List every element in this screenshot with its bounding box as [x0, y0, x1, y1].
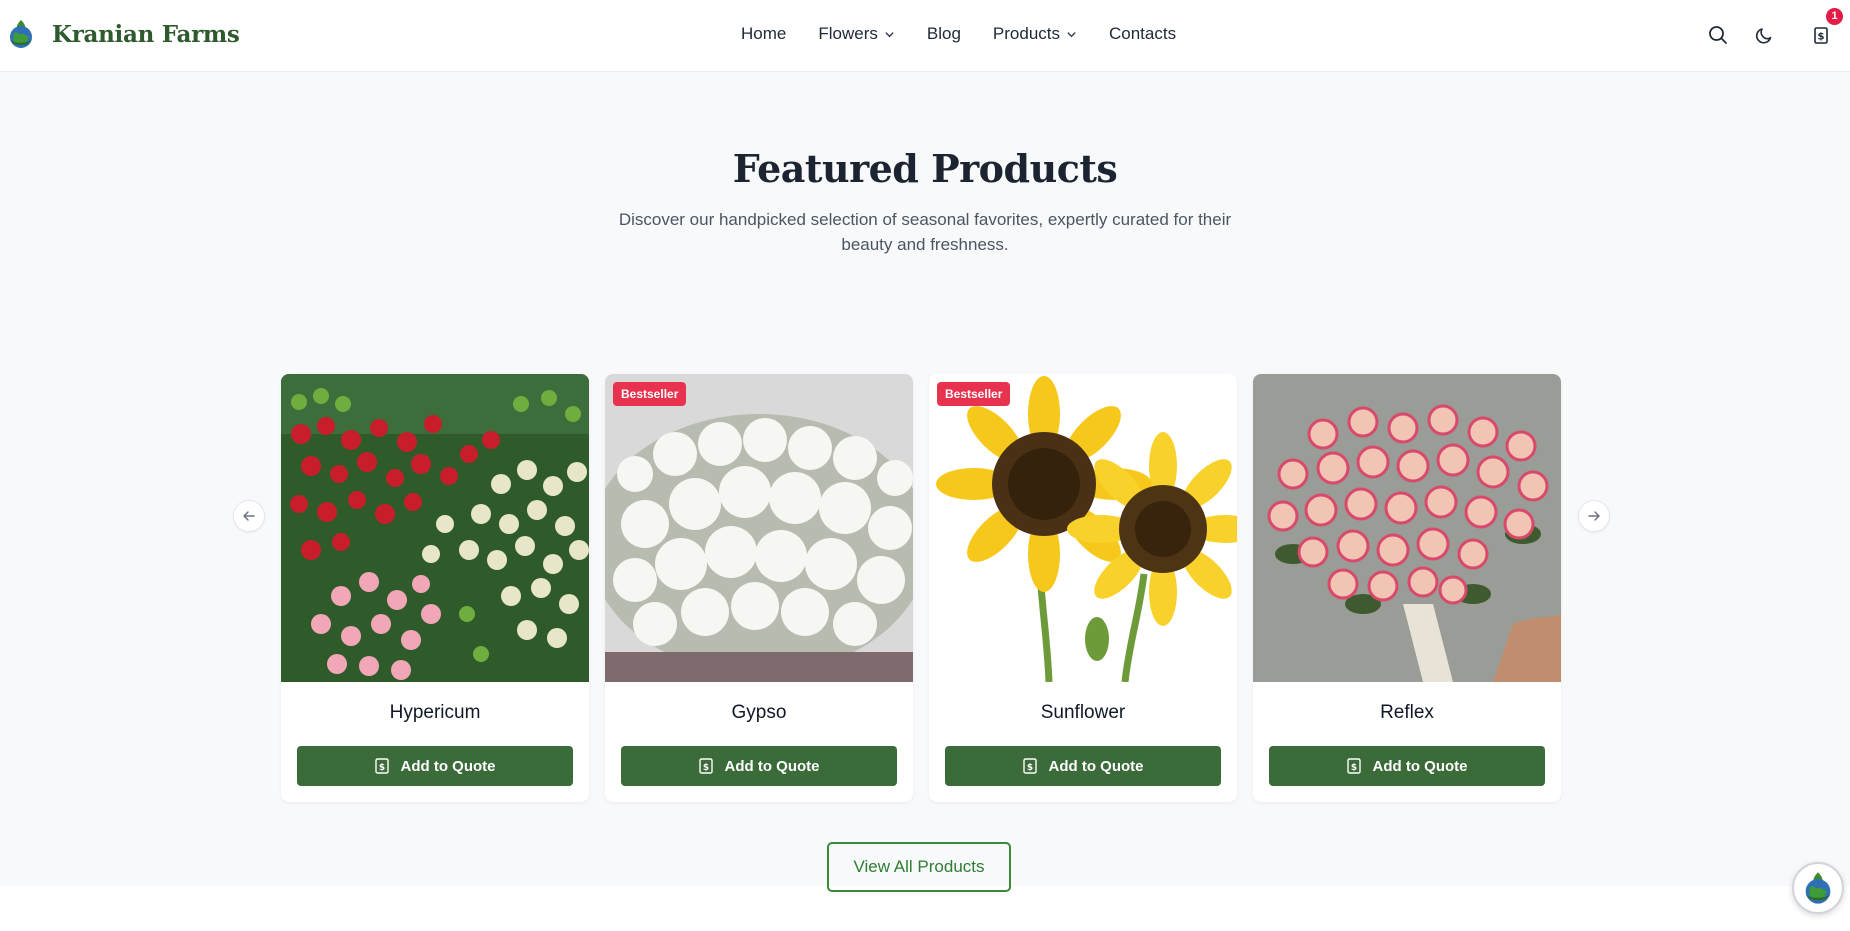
add-to-quote-button[interactable]: $ Add to Quote [945, 746, 1221, 786]
product-image-gypso[interactable]: Bestseller [605, 374, 913, 682]
nav-item-blog[interactable]: Blog [927, 24, 961, 44]
nav-label: Flowers [818, 24, 878, 43]
chevron-down-icon [885, 31, 894, 37]
quote-list-icon[interactable]: $ [1810, 24, 1832, 46]
product-name: Reflex [1380, 702, 1434, 723]
nav-item-contacts[interactable]: Contacts [1109, 24, 1176, 44]
button-label: Add to Quote [400, 757, 496, 775]
quote-count-badge: 1 [1826, 8, 1843, 25]
brand-logo[interactable]: Kranian Farms [6, 17, 240, 51]
quote-icon: $ [374, 758, 389, 774]
section-title: Featured Products [732, 146, 1118, 191]
nav-item-home[interactable]: Home [741, 24, 786, 44]
nav-item-flowers[interactable]: Flowers [818, 24, 895, 44]
globe-flower-logo-icon [10, 20, 32, 48]
button-label: Add to Quote [1372, 757, 1468, 775]
nav-label: Products [992, 24, 1060, 43]
product-card[interactable]: Bestseller Gypso $ Add to Quote [605, 374, 913, 802]
search-icon[interactable] [1707, 24, 1729, 46]
quote-icon: $ [1346, 758, 1361, 774]
featured-products-section: Featured Products Discover our handpicke… [0, 72, 1850, 892]
nav-label: Blog [926, 24, 961, 43]
gypso-image [605, 374, 913, 682]
moon-icon[interactable] [1754, 24, 1776, 46]
site-header: Kranian Farms Home Flowers Blog Products… [0, 0, 1850, 72]
nav-item-products[interactable]: Products [993, 24, 1077, 44]
arrow-right-icon [1588, 511, 1600, 521]
carousel-next-button[interactable] [1578, 500, 1610, 532]
add-to-quote-button[interactable]: $ Add to Quote [297, 746, 573, 786]
nav-label: Contacts [1109, 24, 1177, 43]
product-name: Sunflower [1040, 702, 1126, 723]
product-image-sunflower[interactable]: Bestseller [929, 374, 1237, 682]
svg-text:$: $ [702, 763, 708, 773]
sunflower-image [929, 374, 1237, 682]
main-nav: Home Flowers Blog Products Contacts [741, 24, 1208, 44]
view-all-products-button[interactable]: View All Products [827, 842, 1011, 892]
product-card[interactable]: Reflex $ Add to Quote [1253, 374, 1561, 802]
add-to-quote-button[interactable]: $ Add to Quote [1269, 746, 1545, 786]
section-subtitle: Discover our handpicked selection of sea… [618, 210, 1232, 254]
product-image-reflex[interactable] [1253, 374, 1561, 682]
svg-text:$: $ [1818, 32, 1825, 43]
svg-text:$: $ [1350, 763, 1356, 773]
product-name: Hypericum [389, 702, 481, 723]
brand-name: Kranian Farms [52, 20, 240, 48]
button-label: Add to Quote [724, 757, 820, 775]
button-label: Add to Quote [1048, 757, 1144, 775]
chevron-down-icon [1067, 31, 1076, 37]
hypericum-image [281, 374, 589, 682]
chat-assistant-button[interactable] [1792, 862, 1844, 914]
product-name: Gypso [731, 702, 787, 723]
product-image-hypericum[interactable] [281, 374, 589, 682]
globe-flower-logo-icon [1805, 872, 1831, 904]
bestseller-badge: Bestseller [937, 382, 1011, 406]
arrow-left-icon [243, 511, 255, 521]
reflex-image [1253, 374, 1561, 682]
bestseller-badge: Bestseller [613, 382, 687, 406]
product-card[interactable]: Hypericum $ Add to Quote [281, 374, 589, 802]
product-card[interactable]: Bestseller Sunflower $ Add to Quote [929, 374, 1237, 802]
quote-icon: $ [1022, 758, 1037, 774]
quote-icon: $ [698, 758, 713, 774]
add-to-quote-button[interactable]: $ Add to Quote [621, 746, 897, 786]
nav-label: Home [741, 24, 787, 43]
carousel-prev-button[interactable] [233, 500, 265, 532]
svg-text:$: $ [378, 763, 384, 773]
svg-text:$: $ [1026, 763, 1032, 773]
